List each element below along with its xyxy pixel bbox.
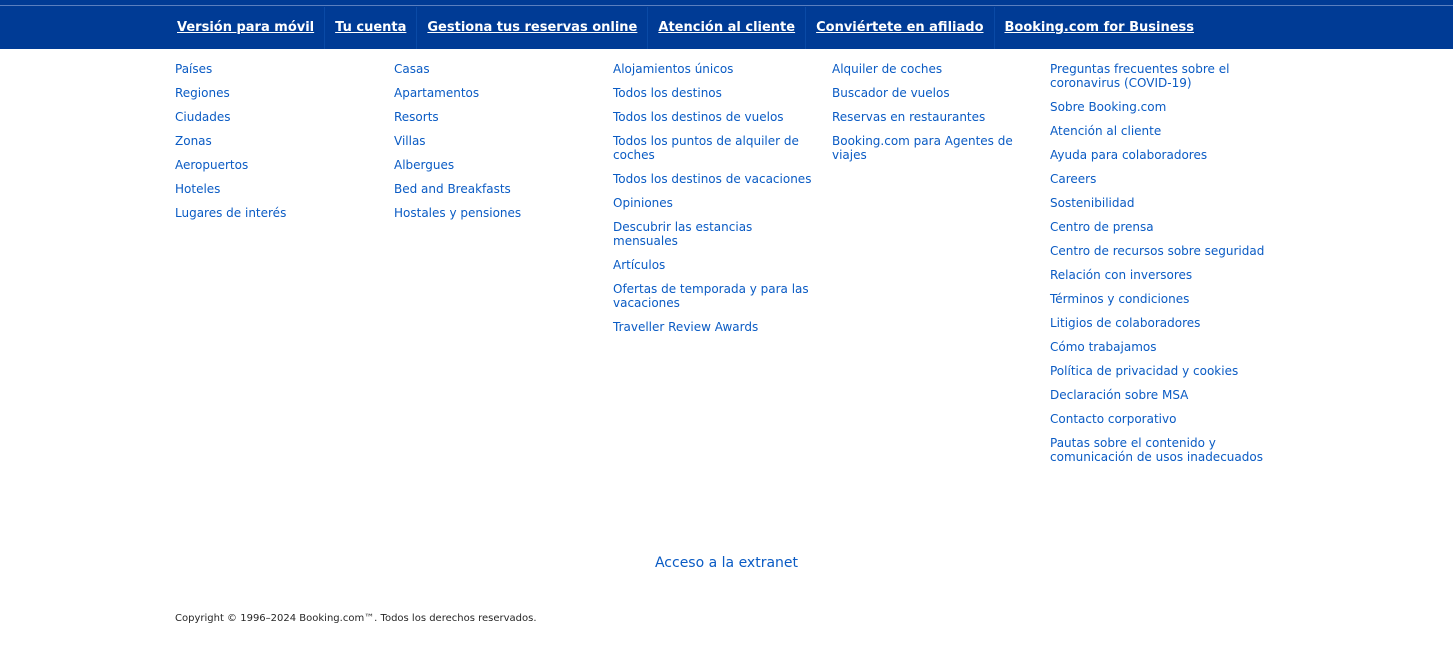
footer-link[interactable]: Centro de recursos sobre seguridad [1050,244,1265,258]
footer-link[interactable]: Opiniones [613,196,813,210]
footer-link[interactable]: Atención al cliente [1050,124,1265,138]
footer-link[interactable]: Bed and Breakfasts [394,182,604,196]
footer-link[interactable]: Hoteles [175,182,385,196]
nav-customer-service-link[interactable]: Atención al cliente [648,7,807,49]
extranet-link[interactable]: Acceso a la extranet [655,555,798,571]
footer-link[interactable]: Términos y condiciones [1050,292,1265,306]
footer-link[interactable]: Artículos [613,258,813,272]
footer-link[interactable]: Regiones [175,86,385,100]
nav-business-link[interactable]: Booking.com for Business [995,7,1205,49]
footer-link[interactable]: Booking.com para Agentes de viajes [832,134,1047,162]
footer-link[interactable]: Traveller Review Awards [613,320,813,334]
footer-link[interactable]: Centro de prensa [1050,220,1265,234]
footer-link[interactable]: Ciudades [175,110,385,124]
footer-link[interactable]: Países [175,62,385,76]
footer-link[interactable]: Buscador de vuelos [832,86,1047,100]
footer-link[interactable]: Albergues [394,158,604,172]
nav-manage-bookings-link[interactable]: Gestiona tus reservas online [417,7,649,49]
footer-link[interactable]: Declaración sobre MSA [1050,388,1265,402]
footer-link[interactable]: Todos los puntos de alquiler de coches [613,134,813,162]
footer-link[interactable]: Sobre Booking.com [1050,100,1265,114]
footer-link[interactable]: Ayuda para colaboradores [1050,148,1265,162]
footer-link[interactable]: Ofertas de temporada y para las vacacion… [613,282,813,310]
footer-link[interactable]: Todos los destinos de vuelos [613,110,813,124]
footer-link[interactable]: Todos los destinos [613,86,813,100]
footer-link[interactable]: Aeropuertos [175,158,385,172]
top-nav: Versión para móvil Tu cuenta Gestiona tu… [167,7,1204,49]
footer-column-services: Alquiler de coches Buscador de vuelos Re… [832,62,1047,172]
nav-your-account-link[interactable]: Tu cuenta [325,7,418,49]
footer-link[interactable]: Preguntas frecuentes sobre el coronaviru… [1050,62,1265,90]
copyright-text: Copyright © 1996–2024 Booking.com™. Todo… [175,613,537,624]
nav-mobile-version-link[interactable]: Versión para móvil [167,7,326,49]
footer-link[interactable]: Alojamientos únicos [613,62,813,76]
nav-affiliate-link[interactable]: Conviértete en afiliado [806,7,995,49]
footer-link[interactable]: Careers [1050,172,1265,186]
footer-link[interactable]: Contacto corporativo [1050,412,1265,426]
footer-link[interactable]: Apartamentos [394,86,604,100]
footer-link[interactable]: Pautas sobre el contenido y comunicación… [1050,436,1265,464]
footer-link[interactable]: Política de privacidad y cookies [1050,364,1265,378]
footer-link[interactable]: Zonas [175,134,385,148]
footer-link[interactable]: Casas [394,62,604,76]
footer-link[interactable]: Todos los destinos de vacaciones [613,172,813,186]
footer-link[interactable]: Reservas en restaurantes [832,110,1047,124]
footer-link[interactable]: Descubrir las estancias mensuales [613,220,813,248]
extranet-section: Acceso a la extranet [0,552,1453,571]
footer-link[interactable]: Relación con inversores [1050,268,1265,282]
footer-link[interactable]: Lugares de interés [175,206,385,220]
footer-column-destinations: Alojamientos únicos Todos los destinos T… [613,62,813,344]
footer-link[interactable]: Litigios de colaboradores [1050,316,1265,330]
topbar-divider [0,5,1453,6]
top-navigation-bar: Versión para móvil Tu cuenta Gestiona tu… [0,0,1453,49]
footer-column-property-types: Casas Apartamentos Resorts Villas Alberg… [394,62,604,230]
footer-link[interactable]: Alquiler de coches [832,62,1047,76]
footer-column-places: Países Regiones Ciudades Zonas Aeropuert… [175,62,385,230]
footer-link[interactable]: Hostales y pensiones [394,206,604,220]
footer-link[interactable]: Resorts [394,110,604,124]
footer-column-company: Preguntas frecuentes sobre el coronaviru… [1050,62,1265,474]
footer-link[interactable]: Sostenibilidad [1050,196,1265,210]
footer-link[interactable]: Cómo trabajamos [1050,340,1265,354]
footer-link[interactable]: Villas [394,134,604,148]
